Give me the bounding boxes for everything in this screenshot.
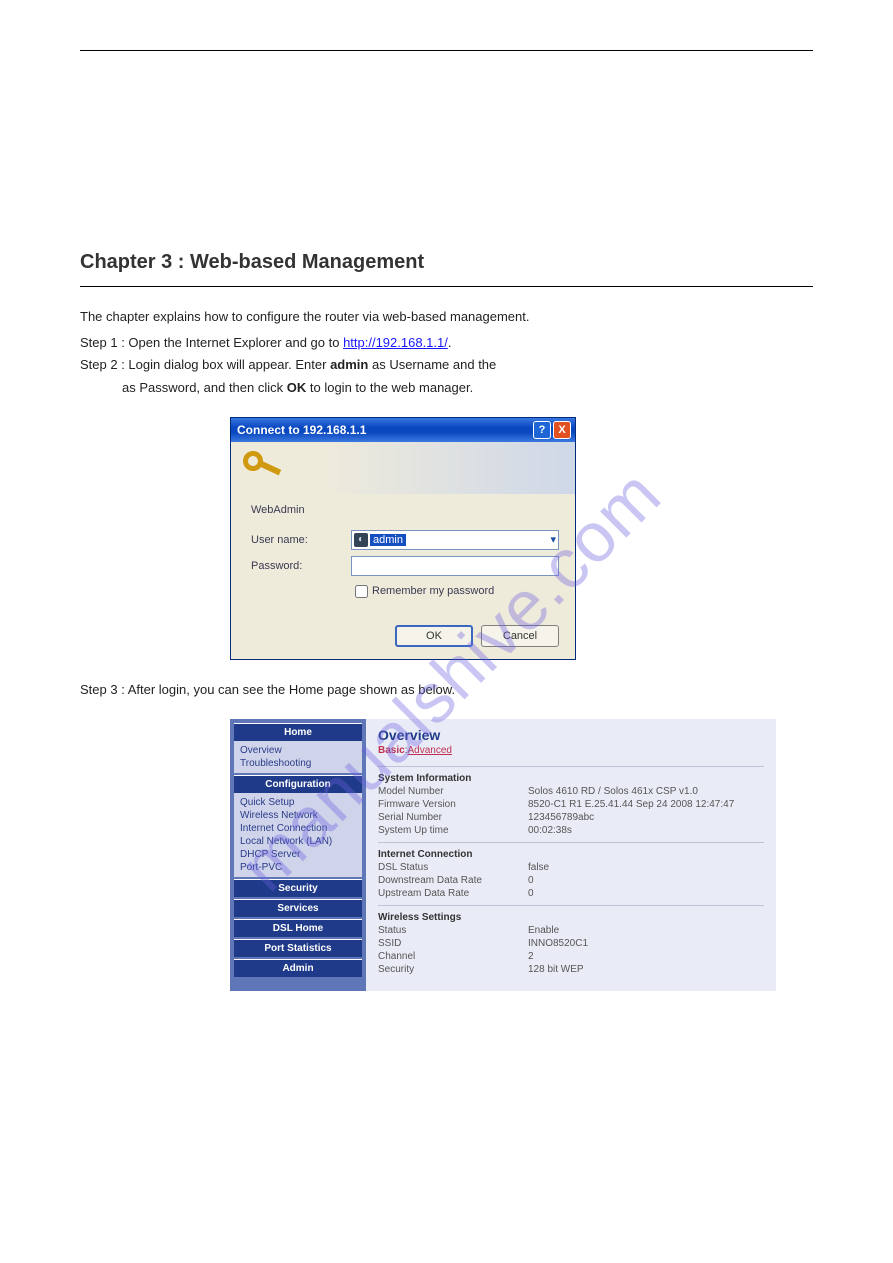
help-icon[interactable]: ?: [533, 421, 551, 439]
keys-icon: [241, 449, 283, 487]
label-ssid: SSID: [378, 938, 528, 949]
label-model: Model Number: [378, 786, 528, 797]
remember-label: Remember my password: [372, 585, 494, 597]
value-up: 0: [528, 888, 534, 899]
step-3: Step 3 : After login, you can see the Ho…: [80, 680, 813, 701]
overview-tabs: Basic:Advanced: [378, 745, 764, 756]
label-channel: Channel: [378, 951, 528, 962]
value-firmware: 8520-C1 R1 E.25.41.44 Sep 24 2008 12:47:…: [528, 799, 734, 810]
value-dsl: false: [528, 862, 549, 873]
username-field[interactable]: ◐ admin ▾: [351, 530, 559, 550]
sidebar-item-overview[interactable]: Overview: [234, 744, 362, 757]
value-down: 0: [528, 875, 534, 886]
label-up: Upstream Data Rate: [378, 888, 528, 899]
sidebar-home-items: Overview Troubleshooting: [234, 741, 362, 773]
sidebar-section-home[interactable]: Home: [234, 723, 362, 741]
config-url-link[interactable]: http://192.168.1.1/: [343, 335, 448, 350]
chevron-down-icon[interactable]: ▾: [550, 533, 556, 546]
sidebar-section-admin[interactable]: Admin: [234, 959, 362, 977]
value-ssid: INNO8520C1: [528, 938, 588, 949]
overview-title: Overview: [378, 727, 764, 743]
step-1: Step 1 : Open the Internet Explorer and …: [80, 333, 813, 354]
sidebar-item-internet[interactable]: Internet Connection: [234, 822, 362, 835]
row-up: Upstream Data Rate0: [378, 888, 764, 899]
label-wstatus: Status: [378, 925, 528, 936]
step1-a: Step 1 : Open the Internet Explorer and …: [80, 335, 343, 350]
tab-basic[interactable]: Basic: [378, 745, 405, 756]
tab-advanced[interactable]: Advanced: [407, 745, 451, 756]
value-model: Solos 4610 RD / Solos 461x CSP v1.0: [528, 786, 698, 797]
sidebar: Home Overview Troubleshooting Configurat…: [230, 719, 366, 991]
sidebar-item-lan[interactable]: Local Network (LAN): [234, 835, 362, 848]
sidebar-section-dslhome[interactable]: DSL Home: [234, 919, 362, 937]
sidebar-section-portstats[interactable]: Port Statistics: [234, 939, 362, 957]
login-dialog: Connect to 192.168.1.1 ? X WebAdmin User…: [230, 417, 576, 660]
label-uptime: System Up time: [378, 825, 528, 836]
value-wstatus: Enable: [528, 925, 559, 936]
step1-b: .: [448, 335, 452, 350]
row-channel: Channel2: [378, 951, 764, 962]
section-internet: Internet Connection: [378, 842, 764, 860]
sidebar-config-items: Quick Setup Wireless Network Internet Co…: [234, 793, 362, 877]
password-label: Password:: [251, 560, 351, 572]
overview-panel: Home Overview Troubleshooting Configurat…: [230, 719, 776, 991]
value-serial: 123456789abc: [528, 812, 594, 823]
step2-b: as Username and the: [368, 357, 496, 372]
sidebar-item-wireless[interactable]: Wireless Network: [234, 809, 362, 822]
sidebar-section-security[interactable]: Security: [234, 879, 362, 897]
value-security: 128 bit WEP: [528, 964, 584, 975]
sidebar-item-quick-setup[interactable]: Quick Setup: [234, 796, 362, 809]
username-value: admin: [370, 534, 406, 546]
step2-c: as Password, and then click: [122, 380, 283, 395]
ok-word: OK: [287, 380, 307, 395]
step-2-line2: as Password, and then click OK to login …: [80, 378, 813, 399]
chapter-title: Chapter 3 : Web-based Management: [80, 251, 813, 274]
chapter-rule: [80, 286, 813, 287]
label-down: Downstream Data Rate: [378, 875, 528, 886]
intro-text: The chapter explains how to configure th…: [80, 307, 813, 327]
top-rule: [80, 50, 813, 51]
label-serial: Serial Number: [378, 812, 528, 823]
close-icon[interactable]: X: [553, 421, 571, 439]
sidebar-item-troubleshooting[interactable]: Troubleshooting: [234, 757, 362, 770]
row-firmware: Firmware Version8520-C1 R1 E.25.41.44 Se…: [378, 799, 764, 810]
remember-checkbox-row[interactable]: Remember my password: [351, 582, 559, 601]
row-serial: Serial Number123456789abc: [378, 812, 764, 823]
cancel-button[interactable]: Cancel: [481, 625, 559, 647]
user-icon: ◐: [354, 533, 368, 547]
label-dsl: DSL Status: [378, 862, 528, 873]
sidebar-item-dhcp[interactable]: DHCP Server: [234, 848, 362, 861]
remember-checkbox[interactable]: [355, 585, 368, 598]
username-label: User name:: [251, 534, 351, 546]
admin-word: admin: [330, 357, 368, 372]
label-firmware: Firmware Version: [378, 799, 528, 810]
dialog-title: Connect to 192.168.1.1: [237, 423, 531, 437]
password-field[interactable]: [351, 556, 559, 576]
row-model: Model NumberSolos 4610 RD / Solos 461x C…: [378, 786, 764, 797]
dialog-banner: [231, 442, 575, 494]
step-2-line1: Step 2 : Login dialog box will appear. E…: [80, 355, 813, 376]
overview-main: Overview Basic:Advanced System Informati…: [366, 719, 776, 991]
section-wireless: Wireless Settings: [378, 905, 764, 923]
section-system-info: System Information: [378, 766, 764, 784]
step2-d: to login to the web manager.: [306, 380, 473, 395]
value-channel: 2: [528, 951, 534, 962]
dialog-realm: WebAdmin: [251, 504, 559, 516]
ok-button[interactable]: OK: [395, 625, 473, 647]
row-security: Security128 bit WEP: [378, 964, 764, 975]
row-wstatus: StatusEnable: [378, 925, 764, 936]
row-dsl: DSL Statusfalse: [378, 862, 764, 873]
dialog-titlebar[interactable]: Connect to 192.168.1.1 ? X: [231, 418, 575, 442]
label-security: Security: [378, 964, 528, 975]
step2-a: Step 2 : Login dialog box will appear. E…: [80, 357, 330, 372]
row-down: Downstream Data Rate0: [378, 875, 764, 886]
sidebar-section-configuration[interactable]: Configuration: [234, 775, 362, 793]
row-ssid: SSIDINNO8520C1: [378, 938, 764, 949]
sidebar-section-services[interactable]: Services: [234, 899, 362, 917]
value-uptime: 00:02:38s: [528, 825, 572, 836]
row-uptime: System Up time00:02:38s: [378, 825, 764, 836]
sidebar-item-portpvc[interactable]: Port-PVC: [234, 861, 362, 874]
